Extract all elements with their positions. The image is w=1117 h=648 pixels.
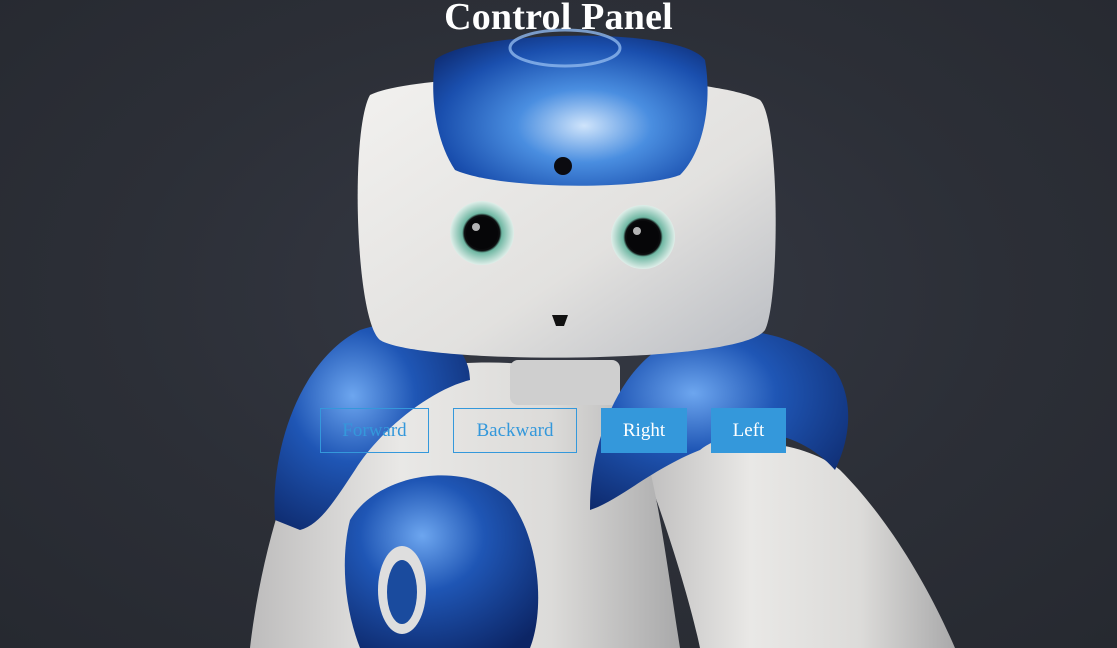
left-button[interactable]: Left: [711, 408, 786, 453]
page-title: Control Panel: [444, 0, 673, 38]
forward-button[interactable]: Forward: [320, 408, 429, 453]
robot-background-image: [250, 28, 955, 648]
robot-controls: Forward Backward Right Left: [0, 408, 1117, 453]
backward-button[interactable]: Backward: [453, 408, 577, 453]
control-panel-page: Control Panel Forward Backward Right Lef…: [0, 0, 1117, 648]
right-button[interactable]: Right: [601, 408, 687, 453]
